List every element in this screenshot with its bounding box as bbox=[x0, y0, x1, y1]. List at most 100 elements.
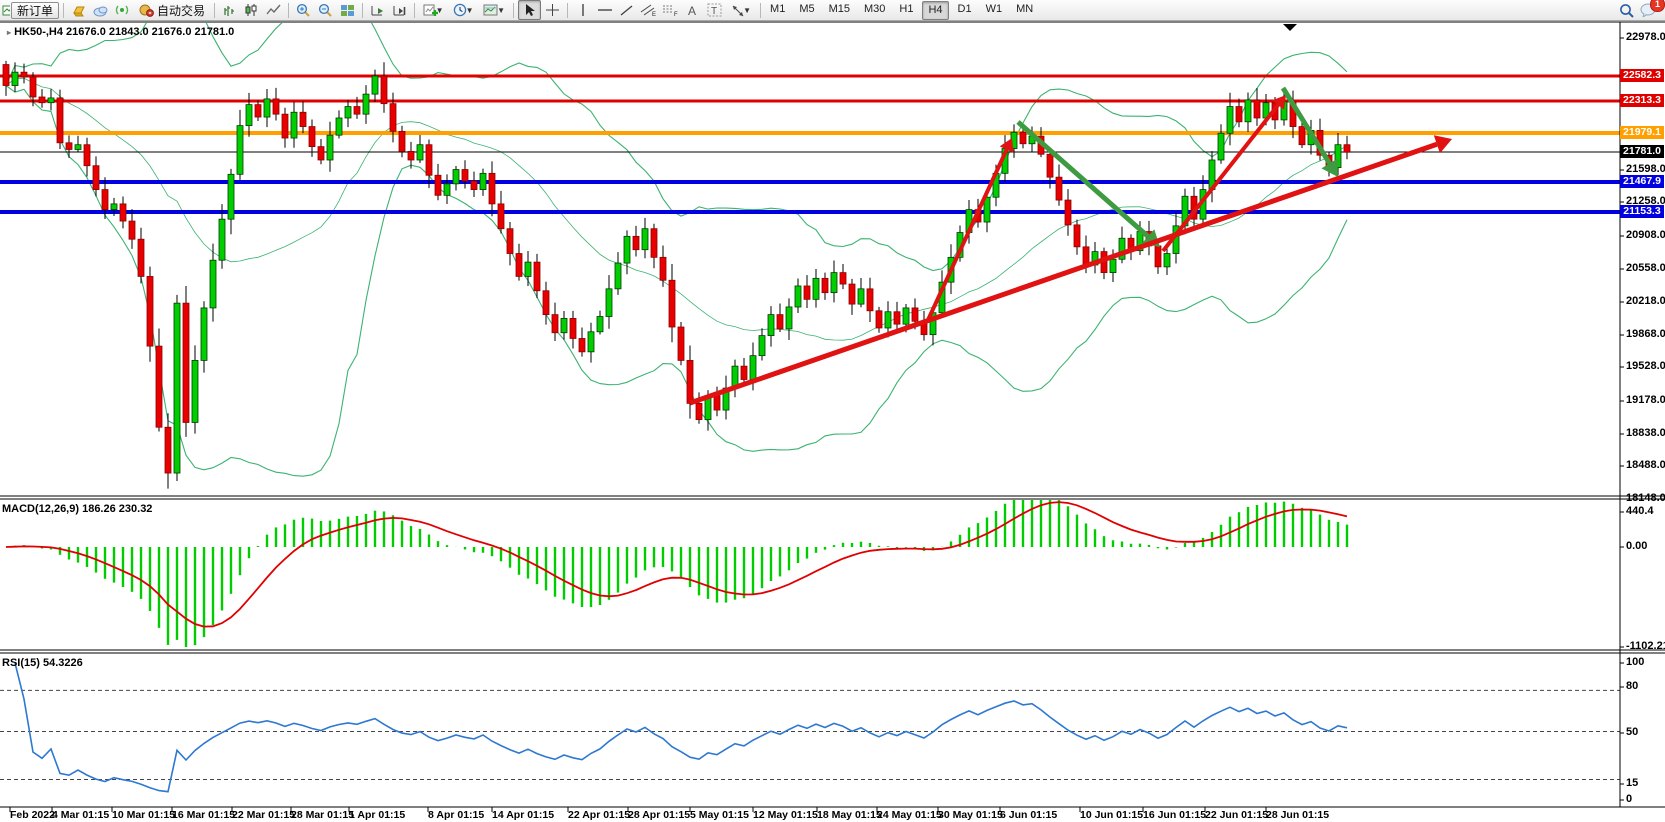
macd-indicator bbox=[6, 490, 1347, 647]
chart-canvas bbox=[0, 21, 1665, 822]
bar-chart-mode-button[interactable] bbox=[219, 1, 240, 19]
separator bbox=[760, 3, 761, 18]
candle-body bbox=[264, 99, 270, 117]
time-axis-label: 12 May 01:15 bbox=[753, 809, 818, 821]
candlestick-mode-button[interactable] bbox=[241, 1, 262, 19]
svg-text:A: A bbox=[688, 4, 696, 17]
candle-body bbox=[561, 318, 567, 332]
ohlc-label: 21676.0 21843.0 21676.0 21781.0 bbox=[66, 26, 234, 38]
candle-body bbox=[885, 312, 891, 328]
rsi-tick-label: 15 bbox=[1626, 777, 1638, 789]
candle-body bbox=[876, 311, 882, 328]
gold-instrument-icon[interactable] bbox=[68, 1, 89, 19]
timeframe-button-h4[interactable]: H4 bbox=[922, 1, 948, 20]
vertical-line-tool-button[interactable] bbox=[572, 1, 593, 19]
search-button[interactable] bbox=[1616, 1, 1637, 19]
candle-body bbox=[777, 315, 783, 329]
chart-borders bbox=[0, 22, 1665, 807]
rsi-tick-label: 80 bbox=[1626, 680, 1638, 692]
candle-body bbox=[687, 360, 693, 403]
separator bbox=[567, 3, 568, 18]
text-tool-button[interactable]: A bbox=[682, 1, 703, 19]
timeframe-bar: M1M5 M15M30H1H4 D1W1MN bbox=[765, 1, 1038, 20]
fibonacci-tool-button[interactable]: F bbox=[660, 1, 681, 19]
price-tick-label: 20218.0 bbox=[1626, 295, 1665, 307]
rsi-indicator bbox=[0, 663, 1620, 792]
symbol-marker-icon: ▸ bbox=[7, 28, 11, 37]
timeframe-button-w1[interactable]: W1 bbox=[981, 1, 1008, 18]
chat-button[interactable]: 1 bbox=[1638, 1, 1659, 19]
signal-icon[interactable] bbox=[112, 1, 133, 19]
candle-body bbox=[408, 151, 414, 160]
candle-body bbox=[417, 145, 423, 160]
separator bbox=[63, 3, 64, 18]
timeframe-button-h1[interactable]: H1 bbox=[894, 1, 918, 18]
candle-body bbox=[75, 145, 81, 150]
chart-title: ▸ HK50-,H4 21676.0 21843.0 21676.0 21781… bbox=[7, 26, 234, 38]
candle-body bbox=[1245, 100, 1251, 122]
chart-window[interactable]: ▸ HK50-,H4 21676.0 21843.0 21676.0 21781… bbox=[0, 21, 1665, 822]
arrows-tool-button[interactable]: ▼ bbox=[726, 1, 756, 19]
chevron-down-icon: ▼ bbox=[743, 6, 751, 15]
candle-body bbox=[516, 254, 522, 277]
timeframe-button-m5[interactable]: M5 bbox=[794, 1, 819, 18]
candle-body bbox=[1074, 225, 1080, 247]
price-tick-label: 18838.0 bbox=[1626, 427, 1665, 439]
new-order-label: 新订单 bbox=[17, 2, 53, 19]
cloud-publish-icon[interactable] bbox=[90, 1, 111, 19]
periods-button[interactable]: ▼ bbox=[448, 1, 478, 19]
candle-body bbox=[147, 276, 153, 346]
zoom-in-button[interactable] bbox=[293, 1, 314, 19]
price-level-badge: 22582.3 bbox=[1620, 69, 1664, 82]
macd-tick-label: 0.00 bbox=[1626, 540, 1647, 552]
candle-body bbox=[381, 76, 387, 104]
text-icon: A bbox=[687, 4, 699, 17]
templates-button[interactable]: ▼ bbox=[479, 1, 509, 19]
gold-bar-icon bbox=[71, 4, 87, 17]
price-level-badge: 21467.9 bbox=[1620, 175, 1664, 188]
timeframe-button-mn[interactable]: MN bbox=[1011, 1, 1038, 18]
candle-body bbox=[399, 131, 405, 151]
auto-trading-icon bbox=[139, 4, 154, 17]
new-order-button[interactable]: 新订单 bbox=[11, 2, 59, 19]
candle-body bbox=[111, 204, 117, 210]
time-axis-label: 4 Mar 01:15 bbox=[52, 809, 109, 821]
timeframe-button-m30[interactable]: M30 bbox=[859, 1, 890, 18]
candle-body bbox=[345, 107, 351, 118]
candle-body bbox=[525, 262, 531, 276]
rsi-tick-label: 100 bbox=[1626, 656, 1644, 668]
candle-body bbox=[498, 204, 504, 229]
timeframe-button-m1[interactable]: M1 bbox=[765, 1, 790, 18]
candle-body bbox=[30, 77, 36, 97]
trend-arrow-line[interactable] bbox=[928, 150, 1007, 320]
candle-body bbox=[48, 98, 54, 103]
text-label-tool-button[interactable]: T bbox=[704, 1, 725, 19]
macd-tick-label: 440.4 bbox=[1626, 505, 1654, 517]
candle-body bbox=[867, 289, 873, 311]
bollinger-lower-band bbox=[6, 86, 1347, 477]
horizontal-line-tool-button[interactable] bbox=[594, 1, 615, 19]
timeframe-button-d1[interactable]: D1 bbox=[953, 1, 977, 18]
price-tick-label: 19868.0 bbox=[1626, 328, 1665, 340]
auto-scroll-button[interactable] bbox=[367, 1, 388, 19]
chart-shift-button[interactable] bbox=[389, 1, 410, 19]
tile-windows-button[interactable] bbox=[337, 1, 358, 19]
time-axis-label: 14 Apr 01:15 bbox=[492, 809, 554, 821]
candle-body bbox=[480, 173, 486, 189]
trendline-tool-button[interactable] bbox=[616, 1, 637, 19]
equidistant-channel-tool-button[interactable]: E bbox=[638, 1, 659, 19]
candlestick-series bbox=[3, 61, 1350, 489]
timeframe-button-m15[interactable]: M15 bbox=[824, 1, 855, 18]
time-axis-label: 16 Mar 01:15 bbox=[172, 809, 235, 821]
cursor-tool-button[interactable] bbox=[518, 0, 541, 20]
candle-body bbox=[714, 396, 720, 410]
candle-body bbox=[507, 229, 513, 254]
svg-text:E: E bbox=[652, 12, 656, 17]
crosshair-tool-button[interactable] bbox=[542, 1, 563, 19]
zoom-out-button[interactable] bbox=[315, 1, 336, 19]
time-axis-label: 16 Jun 01:15 bbox=[1143, 809, 1206, 821]
auto-trading-button[interactable]: 自动交易 bbox=[134, 2, 210, 19]
indicators-button[interactable]: ▼ bbox=[419, 1, 447, 19]
separator bbox=[362, 3, 363, 18]
line-chart-mode-button[interactable] bbox=[263, 1, 284, 19]
